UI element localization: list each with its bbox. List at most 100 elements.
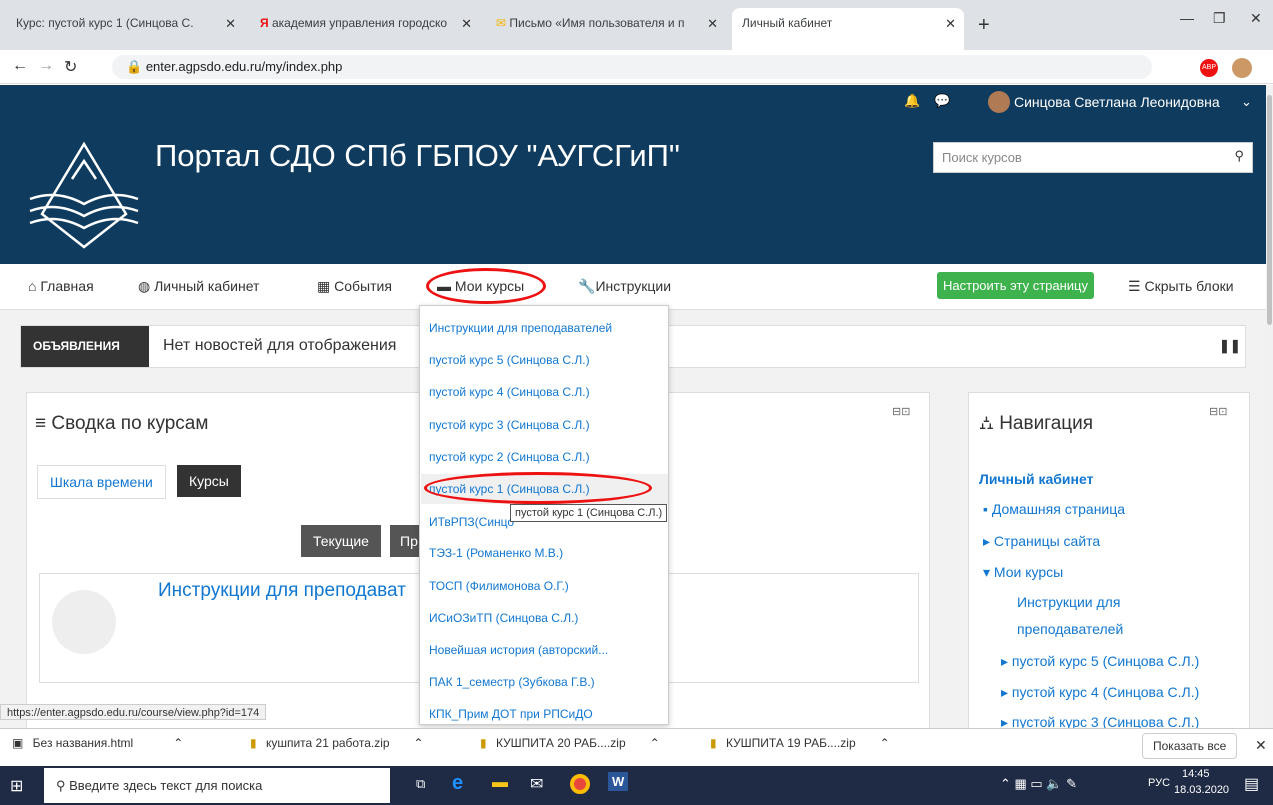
hide-blocks-label: Скрыть блоки bbox=[1144, 278, 1234, 294]
user-name[interactable]: Синцова Светлана Леонидовна bbox=[1014, 94, 1220, 110]
task-view-icon[interactable]: ⧉ bbox=[416, 776, 425, 792]
close-icon[interactable]: ✕ bbox=[225, 16, 236, 32]
search-input[interactable]: Поиск курсов ⚲ bbox=[933, 142, 1253, 173]
close-icon[interactable]: ✕ bbox=[461, 16, 472, 32]
tab-yandex[interactable]: Я академия управления городско ✕ bbox=[250, 8, 480, 50]
avatar[interactable] bbox=[988, 91, 1010, 113]
forward-icon[interactable]: → bbox=[38, 57, 54, 75]
chevron-up-icon[interactable]: ⌃ bbox=[880, 736, 890, 750]
close-icon[interactable]: ✕ bbox=[945, 16, 956, 32]
current-button[interactable]: Текущие bbox=[301, 525, 381, 557]
url-input[interactable]: 🔒 enter.agpsdo.edu.ru/my/index.php bbox=[112, 55, 1152, 79]
dropdown-item[interactable]: ПАК 1_семестр (Зубкова Г.В.) bbox=[429, 675, 595, 689]
window-close-icon[interactable]: ✕ bbox=[1250, 10, 1262, 27]
nav-home-label: Главная bbox=[40, 278, 94, 294]
scrollbar-thumb[interactable] bbox=[1267, 95, 1272, 325]
dropdown-item[interactable]: ИСиОЗиТП (Синцова С.Л.) bbox=[429, 611, 578, 625]
red-annotation bbox=[424, 472, 652, 504]
search-placeholder: Поиск курсов bbox=[942, 150, 1022, 165]
chat-icon[interactable]: 💬 bbox=[934, 93, 950, 109]
download-item[interactable]: ▮ КУШПИТА 20 РАБ....zip ⌃ bbox=[480, 736, 660, 750]
nav-link-cabinet[interactable]: Личный кабинет bbox=[979, 471, 1093, 487]
site-topbar: 🔔 💬 Синцова Светлана Леонидовна ⌄ bbox=[0, 85, 1266, 119]
dropdown-item[interactable]: пустой курс 2 (Синцова С.Л.) bbox=[429, 450, 590, 464]
navigation-title: ⛼ Навигация bbox=[979, 413, 1093, 437]
new-tab-icon[interactable]: + bbox=[978, 14, 990, 37]
dropdown-item[interactable]: Инструкции для преподавателей bbox=[429, 321, 612, 335]
mail-icon: ✉ bbox=[496, 16, 510, 30]
taskbar-search[interactable]: ⚲ Введите здесь текст для поиска bbox=[44, 768, 390, 803]
back-icon[interactable]: ← bbox=[12, 57, 28, 75]
notifications-icon[interactable]: ▤ bbox=[1244, 774, 1259, 794]
red-annotation bbox=[426, 268, 546, 304]
nav-course-5[interactable]: ▸ пустой курс 5 (Синцова С.Л.) bbox=[1001, 653, 1199, 670]
profile-icon[interactable] bbox=[1232, 58, 1252, 78]
nav-events[interactable]: ▦ События bbox=[317, 278, 392, 295]
chevron-down-icon[interactable]: ⌄ bbox=[1241, 94, 1252, 110]
course-link[interactable]: Инструкции для преподават bbox=[158, 580, 406, 602]
pause-icon[interactable]: ❚❚ bbox=[1219, 338, 1241, 354]
nav-link-home[interactable]: ▪ Домашняя страница bbox=[983, 501, 1125, 517]
reload-icon[interactable]: ↻ bbox=[64, 57, 77, 77]
dropdown-item[interactable]: пустой курс 3 (Синцова С.Л.) bbox=[429, 418, 590, 432]
hide-blocks-button[interactable]: ☰ Скрыть блоки bbox=[1128, 278, 1234, 295]
dropdown-item[interactable]: КПК_Прим ДОТ при РПСиДО bbox=[429, 707, 593, 721]
dropdown-item[interactable]: Новейшая история (авторский... bbox=[429, 643, 608, 657]
chevron-up-icon[interactable]: ⌃ bbox=[650, 736, 660, 750]
url-text: enter.agpsdo.edu.ru/my/index.php bbox=[145, 59, 343, 74]
dropdown-item[interactable]: ТОСП (Филимонова О.Г.) bbox=[429, 579, 569, 593]
clock-time[interactable]: 14:45 bbox=[1182, 768, 1210, 780]
chevron-up-icon[interactable]: ⌃ bbox=[414, 736, 424, 750]
block-title: ≡ Сводка по курсам bbox=[35, 413, 208, 435]
bell-icon[interactable]: 🔔 bbox=[904, 93, 920, 109]
nav-instructions-label: Инструкции bbox=[595, 278, 672, 294]
nav-instructions[interactable]: 🔧Инструкции bbox=[578, 278, 671, 295]
clock-date[interactable]: 18.03.2020 bbox=[1174, 784, 1229, 796]
windows-start-icon[interactable]: ⊞ bbox=[10, 776, 23, 796]
mail-icon[interactable]: ✉ bbox=[530, 774, 543, 794]
tab-timeline[interactable]: Шкала времени bbox=[37, 465, 166, 499]
tray-icons[interactable]: ⌃ ▦ ▭ 🔈 ✎ bbox=[1000, 776, 1077, 792]
maximize-icon[interactable]: ❐ bbox=[1213, 10, 1226, 27]
chevron-up-icon[interactable]: ⌃ bbox=[173, 736, 183, 750]
language-indicator[interactable]: РУС bbox=[1148, 777, 1170, 789]
tab-course[interactable]: Курс: пустой курс 1 (Синцова С. ✕ bbox=[6, 8, 244, 50]
block-controls-icon[interactable]: ⊟⊡ bbox=[892, 405, 910, 418]
zip-icon: ▮ bbox=[710, 736, 720, 750]
customize-page-button[interactable]: Настроить эту страницу bbox=[937, 272, 1094, 299]
download-name: Без названия.html bbox=[32, 736, 134, 750]
word-icon[interactable]: W bbox=[608, 772, 629, 791]
close-icon[interactable]: ✕ bbox=[707, 16, 718, 32]
dropdown-item[interactable]: пустой курс 4 (Синцова С.Л.) bbox=[429, 385, 590, 399]
tab-cabinet[interactable]: Личный кабинет ✕ bbox=[732, 8, 964, 50]
download-item[interactable]: ▣ Без названия.html ⌃ bbox=[12, 736, 183, 750]
edge-icon[interactable]: e bbox=[452, 772, 463, 795]
adblock-icon[interactable]: ABP bbox=[1200, 59, 1218, 77]
dropdown-item[interactable]: ТЭЗ-1 (Романенко М.В.) bbox=[429, 546, 563, 560]
dropdown-item[interactable]: пустой курс 5 (Синцова С.Л.) bbox=[429, 353, 590, 367]
menu-icon: ≡ bbox=[35, 413, 52, 434]
taskbar: ⊞ ⚲ Введите здесь текст для поиска ⧉ e ▬… bbox=[0, 766, 1273, 805]
nav-cabinet[interactable]: ◍ Личный кабинет bbox=[138, 278, 259, 295]
chrome-icon[interactable] bbox=[570, 774, 590, 794]
close-icon[interactable]: ✕ bbox=[1255, 737, 1267, 754]
nav-course-4[interactable]: ▸ пустой курс 4 (Синцова С.Л.) bbox=[1001, 684, 1199, 701]
nav-course-instr-a[interactable]: Инструкции для bbox=[1017, 594, 1120, 610]
nav-home[interactable]: ⌂ Главная bbox=[28, 278, 94, 294]
scrollbar[interactable] bbox=[1266, 85, 1273, 728]
nav-course-4-label: пустой курс 4 (Синцова С.Л.) bbox=[1011, 684, 1200, 700]
show-all-button[interactable]: Показать все bbox=[1142, 733, 1238, 759]
tab-mail[interactable]: ✉ Письмо «Имя пользователя и п ✕ bbox=[486, 8, 726, 50]
download-item[interactable]: ▮ кушпита 21 работа.zip ⌃ bbox=[250, 736, 424, 750]
minimize-icon[interactable]: — bbox=[1180, 10, 1194, 26]
download-item[interactable]: ▮ КУШПИТА 19 РАБ....zip ⌃ bbox=[710, 736, 890, 750]
dropdown-item[interactable]: ИТвРПЗ(Синцо bbox=[429, 515, 514, 529]
folder-icon[interactable]: ▬ bbox=[492, 774, 508, 792]
search-icon[interactable]: ⚲ bbox=[1234, 148, 1244, 164]
announcements-text: Нет новостей для отображения bbox=[163, 337, 397, 354]
nav-course-instr-b[interactable]: преподавателей bbox=[1017, 621, 1123, 637]
nav-link-pages[interactable]: ▸ Страницы сайта bbox=[983, 533, 1100, 550]
block-controls-icon[interactable]: ⊟⊡ bbox=[1209, 405, 1227, 418]
nav-link-mycourses[interactable]: ▾ Мои курсы bbox=[983, 564, 1063, 581]
tab-courses[interactable]: Курсы bbox=[177, 465, 241, 497]
